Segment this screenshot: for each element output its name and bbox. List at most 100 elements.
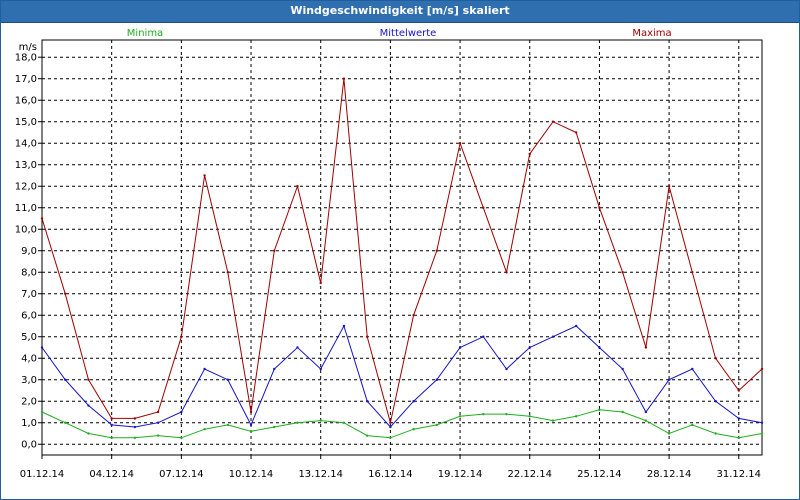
data-point-maxima (551, 120, 555, 123)
data-point-mittelwerte (458, 346, 462, 349)
data-point-mittelwerte (342, 324, 346, 328)
data-point-maxima (691, 271, 694, 274)
data-point-minima (40, 410, 44, 414)
data-point-maxima (64, 292, 67, 295)
data-point-maxima (273, 249, 276, 252)
y-tick-label: 16,0 (15, 96, 37, 107)
data-point-minima (342, 421, 346, 424)
data-point-maxima (296, 185, 299, 188)
data-point-maxima (226, 271, 230, 274)
data-point-maxima (621, 271, 624, 274)
data-point-mittelwerte (365, 400, 369, 403)
x-tick-label: 31.12.14 (717, 469, 762, 480)
data-point-maxima (412, 314, 415, 317)
data-point-mittelwerte (667, 378, 671, 381)
data-point-maxima (598, 206, 601, 209)
data-point-maxima (133, 417, 137, 420)
data-point-minima (528, 415, 531, 418)
data-point-minima (505, 412, 508, 416)
data-point-maxima (435, 249, 439, 252)
y-tick-label: 17,0 (15, 74, 37, 85)
y-tick-label: 9,0 (21, 246, 37, 257)
data-point-maxima (714, 357, 717, 360)
data-point-minima (412, 427, 415, 431)
data-point-minima (296, 421, 299, 424)
data-point-maxima (574, 131, 578, 134)
data-point-minima (365, 434, 369, 437)
data-point-minima (203, 427, 206, 431)
y-tick-label: 18,0 (15, 53, 37, 64)
x-tick-label: 13.12.14 (298, 469, 343, 480)
data-point-maxima (365, 335, 369, 338)
data-point-maxima (482, 206, 485, 209)
data-point-maxima (737, 389, 740, 392)
data-point-maxima (505, 271, 508, 274)
data-point-maxima (40, 217, 44, 220)
y-tick-label: 13,0 (15, 160, 37, 171)
data-point-mittelwerte (737, 417, 740, 420)
data-point-mittelwerte (180, 410, 183, 414)
data-point-minima (435, 423, 439, 427)
data-point-minima (667, 432, 671, 435)
legend-minima: Minima (127, 28, 163, 39)
data-point-minima (133, 436, 137, 439)
legend-mittelwerte: Mittelwerte (380, 28, 437, 39)
data-point-minima (714, 432, 717, 435)
y-tick-label: 15,0 (15, 117, 37, 128)
y-tick-label: 0,0 (21, 440, 37, 451)
data-point-mittelwerte (621, 367, 624, 371)
data-point-minima (621, 410, 624, 414)
data-point-minima (551, 419, 555, 422)
y-tick-label: 8,0 (21, 268, 37, 279)
series-line-mittelwerte (41, 324, 763, 428)
data-point-mittelwerte (505, 367, 508, 371)
data-point-mittelwerte (64, 378, 67, 381)
data-point-minima (110, 436, 113, 439)
x-tick-label: 19.12.14 (438, 469, 483, 480)
data-point-maxima (203, 174, 206, 177)
y-tick-label: 6,0 (21, 311, 37, 322)
data-point-maxima (180, 335, 183, 338)
data-point-mittelwerte (273, 367, 276, 371)
data-point-maxima (342, 77, 346, 80)
data-point-maxima (644, 346, 648, 349)
y-tick-label: 2,0 (21, 397, 37, 408)
y-tick-label: 4,0 (21, 354, 37, 365)
data-point-maxima (528, 152, 531, 156)
data-point-mittelwerte (226, 378, 230, 381)
data-point-minima (156, 434, 160, 437)
x-tick-label: 07.12.14 (159, 469, 204, 480)
data-point-maxima (389, 421, 392, 424)
x-tick-label: 28.12.14 (647, 469, 692, 480)
data-point-mittelwerte (203, 367, 206, 371)
y-tick-label: 3,0 (21, 375, 37, 386)
data-point-maxima (110, 417, 113, 420)
data-point-maxima (87, 378, 90, 381)
data-point-mittelwerte (156, 421, 160, 424)
x-tick-label: 10.12.14 (229, 469, 274, 480)
data-point-maxima (667, 185, 671, 188)
data-point-maxima (458, 142, 462, 145)
data-point-maxima (760, 367, 764, 371)
y-tick-label: 7,0 (21, 289, 37, 300)
data-point-mittelwerte (40, 346, 44, 349)
data-point-mittelwerte (249, 423, 253, 427)
data-point-minima (458, 415, 462, 418)
legend-maxima: Maxima (632, 28, 671, 39)
data-point-minima (760, 432, 764, 435)
data-point-mittelwerte (551, 335, 555, 338)
data-point-mittelwerte (412, 400, 415, 403)
data-point-mittelwerte (319, 367, 322, 371)
data-point-mittelwerte (691, 367, 694, 371)
data-point-minima (737, 436, 740, 439)
plot-frame (41, 39, 763, 456)
y-tick-label: 12,0 (15, 182, 37, 193)
data-point-mittelwerte (110, 423, 113, 427)
data-point-maxima (319, 281, 322, 285)
data-point-mittelwerte (574, 324, 578, 328)
data-point-minima (273, 425, 276, 429)
data-point-minima (482, 412, 485, 416)
data-point-minima (691, 423, 694, 427)
data-point-mittelwerte (296, 346, 299, 349)
data-point-mittelwerte (87, 404, 90, 407)
